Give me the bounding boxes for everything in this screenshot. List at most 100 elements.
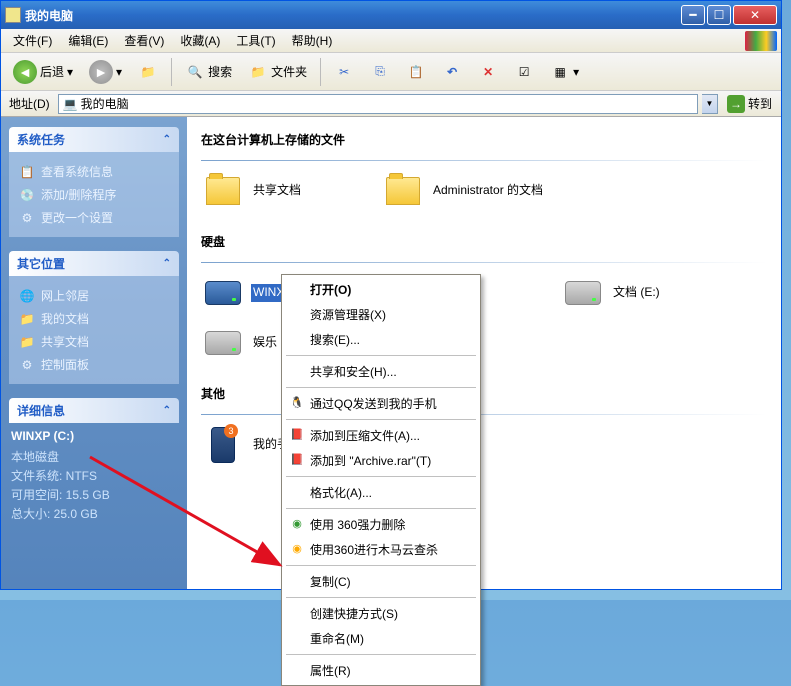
sidebar-item-network[interactable]: 🌐网上邻居 <box>19 284 169 307</box>
360-scan-icon: ◉ <box>289 540 305 556</box>
dropdown-icon: ▾ <box>67 65 73 79</box>
panel-header-details[interactable]: 详细信息 ⌃ <box>9 398 179 423</box>
separator <box>286 355 476 356</box>
copy-icon: ⎘ <box>370 62 390 82</box>
menu-view[interactable]: 查看(V) <box>116 29 172 52</box>
drive-icon <box>205 331 241 355</box>
item-drive-e[interactable]: 文档 (E:) <box>561 273 731 313</box>
go-button[interactable]: → 转到 <box>722 93 777 115</box>
ctx-search[interactable]: 搜索(E)... <box>284 327 478 352</box>
properties-button[interactable]: ☑ <box>508 59 540 85</box>
drive-icon <box>205 281 241 305</box>
control-icon: ⚙ <box>19 357 35 373</box>
ctx-shortcut[interactable]: 创建快捷方式(S) <box>284 601 478 626</box>
section-header-drives: 硬盘 <box>201 229 767 254</box>
other-places-panel: 其它位置 ⌃ 🌐网上邻居 📁我的文档 📁共享文档 ⚙控制面板 <box>9 251 179 384</box>
menu-edit[interactable]: 编辑(E) <box>60 29 116 52</box>
divider <box>201 160 767 161</box>
address-dropdown[interactable]: ▼ <box>702 94 718 114</box>
sidebar-item-sysinfo[interactable]: 📋查看系统信息 <box>19 160 169 183</box>
titlebar[interactable]: 我的电脑 ━ ☐ ✕ <box>1 1 781 29</box>
address-input[interactable]: 💻 我的电脑 <box>58 94 698 114</box>
ctx-share[interactable]: 共享和安全(H)... <box>284 359 478 384</box>
item-shared-docs[interactable]: 共享文档 <box>201 171 371 211</box>
folder-icon <box>206 177 240 205</box>
docs-icon: 📁 <box>19 311 35 327</box>
separator <box>286 387 476 388</box>
panel-title: 其它位置 <box>17 255 65 272</box>
info-icon: 📋 <box>19 164 35 180</box>
ctx-qq-send[interactable]: 🐧通过QQ发送到我的手机 <box>284 391 478 416</box>
menu-file[interactable]: 文件(F) <box>5 29 60 52</box>
windows-logo-icon <box>745 31 777 51</box>
ctx-rename[interactable]: 重命名(M) <box>284 626 478 651</box>
undo-icon: ↶ <box>442 62 462 82</box>
ctx-open[interactable]: 打开(O) <box>284 277 478 302</box>
menu-favorites[interactable]: 收藏(A) <box>172 29 228 52</box>
up-folder-icon: 📁 <box>138 62 158 82</box>
collapse-icon: ⌃ <box>163 258 171 269</box>
undo-button[interactable]: ↶ <box>436 59 468 85</box>
minimize-button[interactable]: ━ <box>681 5 705 25</box>
dropdown-icon: ▾ <box>573 65 579 79</box>
cut-button[interactable]: ✂ <box>328 59 360 85</box>
ctx-explorer[interactable]: 资源管理器(X) <box>284 302 478 327</box>
menu-tools[interactable]: 工具(T) <box>228 29 283 52</box>
separator <box>286 476 476 477</box>
collapse-icon: ⌃ <box>163 134 171 145</box>
delete-button[interactable]: ✕ <box>472 59 504 85</box>
delete-icon: ✕ <box>478 62 498 82</box>
go-icon: → <box>727 95 745 113</box>
ctx-properties[interactable]: 属性(R) <box>284 658 478 683</box>
network-icon: 🌐 <box>19 288 35 304</box>
address-value: 我的电脑 <box>81 95 129 112</box>
section-header-files: 在这台计算机上存储的文件 <box>201 127 767 152</box>
folders-button[interactable]: 📁 文件夹 <box>242 59 313 85</box>
search-button[interactable]: 🔍 搜索 <box>179 59 238 85</box>
folders-label: 文件夹 <box>271 63 307 80</box>
up-button[interactable]: 📁 <box>132 59 164 85</box>
forward-button[interactable]: ► ▾ <box>83 57 128 87</box>
ctx-format[interactable]: 格式化(A)... <box>284 480 478 505</box>
divider <box>201 262 767 263</box>
item-admin-docs[interactable]: Administrator 的文档 <box>381 171 551 211</box>
panel-header-places[interactable]: 其它位置 ⌃ <box>9 251 179 276</box>
panel-title: 系统任务 <box>17 131 65 148</box>
maximize-button[interactable]: ☐ <box>707 5 731 25</box>
go-label: 转到 <box>748 95 772 112</box>
qq-icon: 🐧 <box>289 394 305 410</box>
phone-icon <box>211 427 235 463</box>
ctx-add-to-rar[interactable]: 📕添加到 "Archive.rar"(T) <box>284 448 478 473</box>
separator <box>171 58 172 86</box>
dropdown-icon: ▾ <box>116 65 122 79</box>
separator <box>286 565 476 566</box>
close-button[interactable]: ✕ <box>733 5 777 25</box>
back-button[interactable]: ◄ 后退 ▾ <box>7 57 79 87</box>
content-area: 在这台计算机上存储的文件 共享文档 Administrator 的文档 硬盘 W… <box>187 117 781 589</box>
ctx-360-scan[interactable]: ◉使用360进行木马云查杀 <box>284 537 478 562</box>
details-type: 本地磁盘 <box>11 447 177 466</box>
details-panel: 详细信息 ⌃ WINXP (C:) 本地磁盘 文件系统: NTFS 可用空间: … <box>9 398 179 529</box>
details-total: 总大小: 25.0 GB <box>11 504 177 523</box>
sidebar-item-addremove[interactable]: 💿添加/删除程序 <box>19 183 169 206</box>
details-fs: 文件系统: NTFS <box>11 466 177 485</box>
menu-help[interactable]: 帮助(H) <box>284 29 341 52</box>
copy-button[interactable]: ⎘ <box>364 59 396 85</box>
paste-button[interactable]: 📋 <box>400 59 432 85</box>
paste-icon: 📋 <box>406 62 426 82</box>
details-name: WINXP (C:) <box>11 429 177 443</box>
sidebar-item-mydocs[interactable]: 📁我的文档 <box>19 307 169 330</box>
addremove-icon: 💿 <box>19 187 35 203</box>
views-button[interactable]: ▦▾ <box>544 59 585 85</box>
search-label: 搜索 <box>208 63 232 80</box>
forward-icon: ► <box>89 60 113 84</box>
properties-icon: ☑ <box>514 62 534 82</box>
sidebar-item-changesetting[interactable]: ⚙更改一个设置 <box>19 206 169 229</box>
panel-header-tasks[interactable]: 系统任务 ⌃ <box>9 127 179 152</box>
sidebar-item-shareddocs[interactable]: 📁共享文档 <box>19 330 169 353</box>
separator <box>286 597 476 598</box>
sidebar-item-controlpanel[interactable]: ⚙控制面板 <box>19 353 169 376</box>
ctx-add-archive[interactable]: 📕添加到压缩文件(A)... <box>284 423 478 448</box>
ctx-copy[interactable]: 复制(C) <box>284 569 478 594</box>
ctx-360-delete[interactable]: ◉使用 360强力删除 <box>284 512 478 537</box>
